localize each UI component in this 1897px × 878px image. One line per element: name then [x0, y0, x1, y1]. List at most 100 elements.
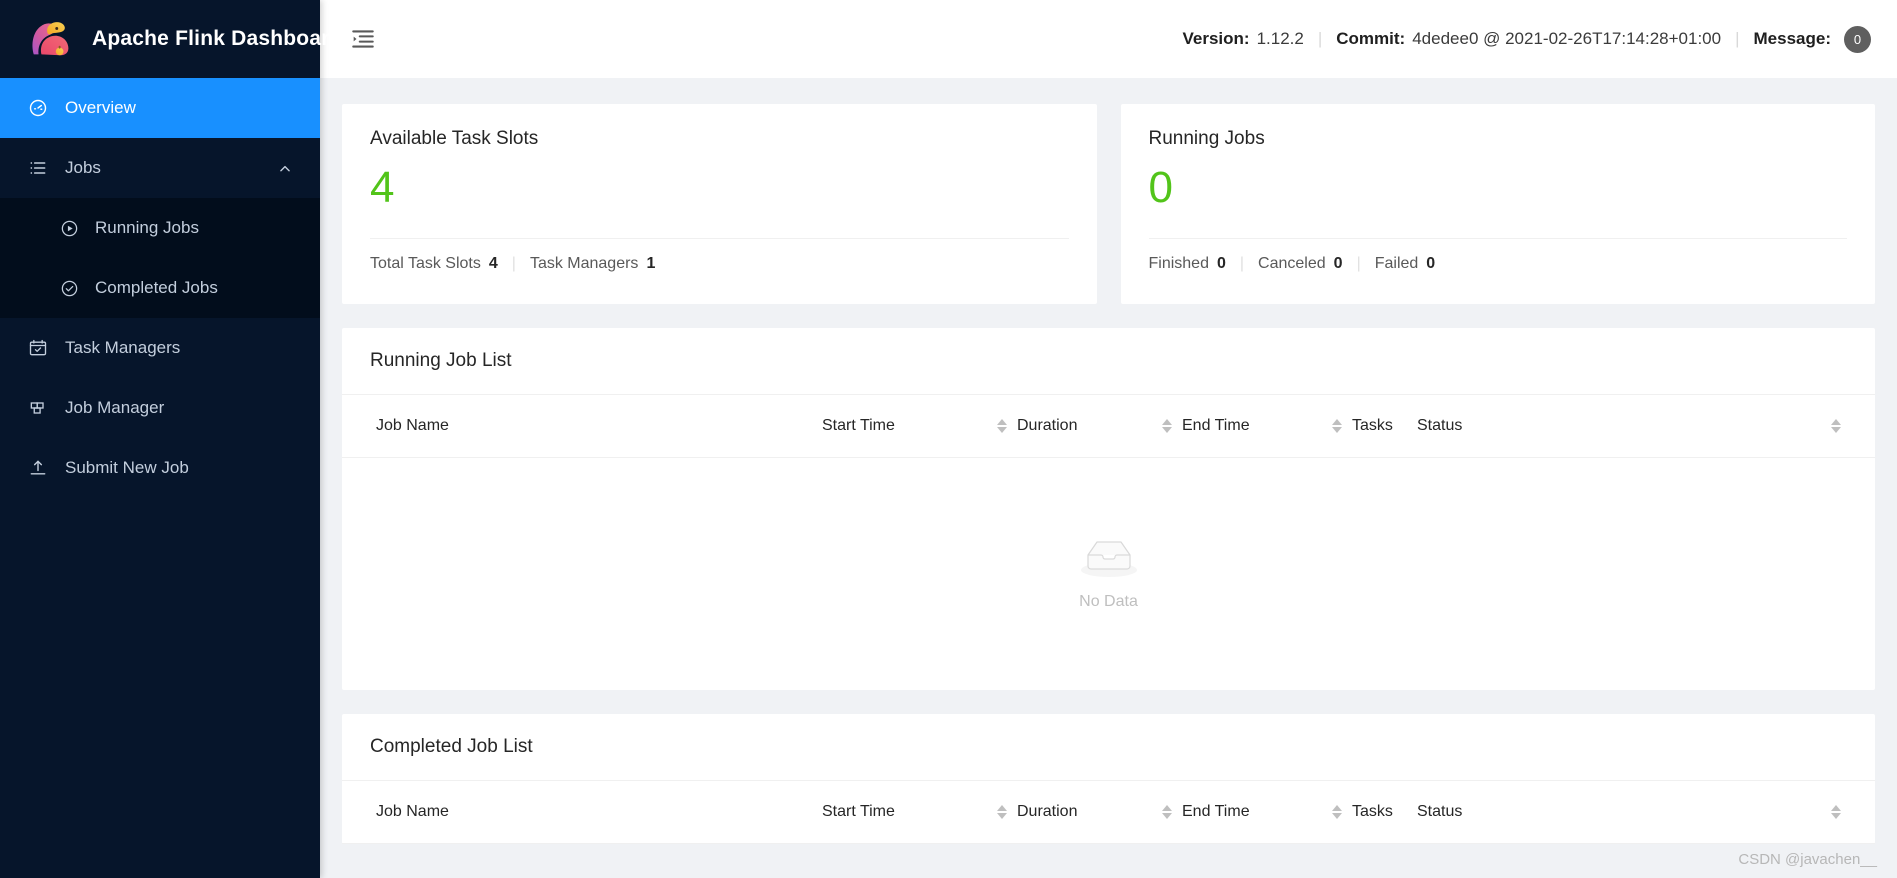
- sidebar-item-running-jobs[interactable]: Running Jobs: [0, 198, 320, 258]
- available-task-slots-card: Available Task Slots 4 Total Task Slots …: [342, 104, 1097, 304]
- play-circle-icon: [60, 219, 79, 238]
- task-calendar-icon: [28, 338, 48, 358]
- failed-label: Failed: [1374, 255, 1419, 273]
- chevron-up-icon[interactable]: [278, 161, 292, 175]
- running-jobs-card: Running Jobs 0 Finished 0 | Canceled 0 |…: [1120, 104, 1875, 304]
- sidebar-item-label: Jobs: [65, 158, 101, 177]
- commit-label: Commit:: [1336, 29, 1406, 48]
- sort-arrows-icon[interactable]: [1162, 805, 1172, 819]
- commit-value: 4dedee0 @ 2021-02-26T17:14:28+01:00: [1412, 29, 1722, 48]
- sidebar-submenu-jobs: Running Jobs Completed Jobs: [0, 198, 320, 318]
- empty-inbox-icon: [1077, 537, 1141, 583]
- completed-job-list-card: Completed Job List Job Name Start Time D…: [342, 714, 1875, 844]
- stat-cards-row: Available Task Slots 4 Total Task Slots …: [342, 104, 1875, 304]
- column-header-job-name[interactable]: Job Name: [342, 395, 822, 458]
- task-managers-label: Task Managers: [529, 255, 639, 273]
- column-header-tasks[interactable]: Tasks: [1332, 781, 1417, 844]
- running-job-list-title: Running Job List: [342, 328, 1875, 395]
- running-job-list-empty-state: No Data: [342, 458, 1875, 690]
- check-circle-icon: [60, 279, 79, 298]
- column-label: End Time: [1182, 803, 1250, 820]
- sort-arrows-icon[interactable]: [1831, 419, 1841, 433]
- column-header-end-time[interactable]: End Time: [1162, 395, 1332, 458]
- table-header-row: Job Name Start Time Duration End Time Ta…: [342, 781, 1875, 844]
- app-root: Apache Flink Dashboard Overview Jobs Run…: [0, 0, 1897, 878]
- column-label: Start Time: [822, 803, 895, 820]
- column-header-status[interactable]: Status: [1417, 395, 1875, 458]
- sort-arrows-icon[interactable]: [997, 419, 1007, 433]
- table-header-row: Job Name Start Time Duration End Time Ta…: [342, 395, 1875, 458]
- version-value: 1.12.2: [1256, 29, 1304, 48]
- card-footer: Finished 0 | Canceled 0 | Failed 0: [1149, 239, 1848, 273]
- column-label: Duration: [1017, 803, 1078, 820]
- sidebar-item-label: Job Manager: [65, 398, 165, 417]
- column-label: Status: [1417, 803, 1463, 820]
- version-label: Version:: [1182, 29, 1250, 48]
- running-jobs-value: 0: [1148, 163, 1173, 212]
- dashboard-icon: [28, 98, 48, 118]
- sidebar-nav: Overview Jobs Running Jobs Completed Job…: [0, 78, 320, 498]
- divider: |: [1239, 255, 1245, 273]
- sort-arrows-icon[interactable]: [1831, 805, 1841, 819]
- sort-arrows-icon[interactable]: [1332, 805, 1342, 819]
- content: Available Task Slots 4 Total Task Slots …: [320, 78, 1897, 878]
- column-label: Status: [1417, 417, 1463, 434]
- column-header-status[interactable]: Status: [1417, 781, 1875, 844]
- sidebar-item-jobs[interactable]: Jobs: [0, 138, 320, 198]
- sort-arrows-icon[interactable]: [997, 805, 1007, 819]
- message-count-badge[interactable]: 0: [1844, 25, 1871, 53]
- sidebar-item-label: Completed Jobs: [95, 278, 218, 297]
- column-label: Tasks: [1352, 803, 1393, 820]
- failed-value: 0: [1426, 255, 1436, 273]
- sidebar-item-label: Running Jobs: [95, 218, 199, 237]
- upload-icon: [28, 458, 48, 478]
- column-header-job-name[interactable]: Job Name: [342, 781, 822, 844]
- brand[interactable]: Apache Flink Dashboard: [0, 0, 342, 78]
- message-label: Message:: [1753, 29, 1831, 48]
- column-label: Job Name: [376, 417, 449, 434]
- sidebar-item-completed-jobs[interactable]: Completed Jobs: [0, 258, 320, 318]
- card-footer: Total Task Slots 4 | Task Managers 1: [370, 239, 1069, 273]
- canceled-label: Canceled: [1258, 255, 1326, 273]
- total-task-slots-label: Total Task Slots: [370, 255, 481, 273]
- sort-arrows-icon[interactable]: [1162, 419, 1172, 433]
- menu-fold-icon[interactable]: [350, 26, 376, 52]
- column-label: Start Time: [822, 417, 895, 434]
- column-header-tasks[interactable]: Tasks: [1332, 395, 1417, 458]
- column-label: End Time: [1182, 417, 1250, 434]
- sidebar-item-job-manager[interactable]: Job Manager: [0, 378, 320, 438]
- main-area: Version: 1.12.2 | Commit: 4dedee0 @ 2021…: [320, 0, 1897, 878]
- sort-arrows-icon[interactable]: [1332, 419, 1342, 433]
- finished-value: 0: [1216, 255, 1226, 273]
- divider: |: [511, 255, 516, 273]
- column-header-duration[interactable]: Duration: [997, 395, 1162, 458]
- completed-job-table: Job Name Start Time Duration End Time Ta…: [342, 781, 1875, 844]
- running-job-list-card: Running Job List Job Name Start Time Dur…: [342, 328, 1875, 690]
- sidebar-item-overview[interactable]: Overview: [0, 78, 320, 138]
- column-label: Tasks: [1352, 417, 1393, 434]
- column-header-duration[interactable]: Duration: [997, 781, 1162, 844]
- sidebar-item-task-managers[interactable]: Task Managers: [0, 318, 320, 378]
- running-job-table: Job Name Start Time Duration End Time Ta…: [342, 395, 1875, 458]
- available-task-slots-value: 4: [370, 163, 395, 212]
- separator: |: [1317, 29, 1323, 48]
- column-header-end-time[interactable]: End Time: [1162, 781, 1332, 844]
- grid-icon: [28, 398, 48, 418]
- canceled-value: 0: [1333, 255, 1343, 273]
- empty-text: No Data: [1079, 593, 1138, 610]
- total-task-slots-value: 4: [488, 255, 498, 273]
- list-icon: [28, 158, 48, 178]
- column-header-start-time[interactable]: Start Time: [822, 781, 997, 844]
- completed-job-list-title: Completed Job List: [342, 714, 1875, 781]
- sidebar-item-submit-new-job[interactable]: Submit New Job: [0, 438, 320, 498]
- separator: |: [1735, 29, 1740, 48]
- sidebar-item-label: Submit New Job: [65, 458, 189, 477]
- column-label: Duration: [1017, 417, 1078, 434]
- brand-title: Apache Flink Dashboard: [92, 27, 343, 50]
- topbar: Version: 1.12.2 | Commit: 4dedee0 @ 2021…: [320, 0, 1897, 78]
- column-header-start-time[interactable]: Start Time: [822, 395, 997, 458]
- flink-squirrel-logo-icon: [28, 16, 74, 62]
- sidebar-item-label: Overview: [65, 98, 136, 117]
- task-managers-value: 1: [646, 255, 656, 273]
- sidebar-item-label: Task Managers: [65, 338, 181, 357]
